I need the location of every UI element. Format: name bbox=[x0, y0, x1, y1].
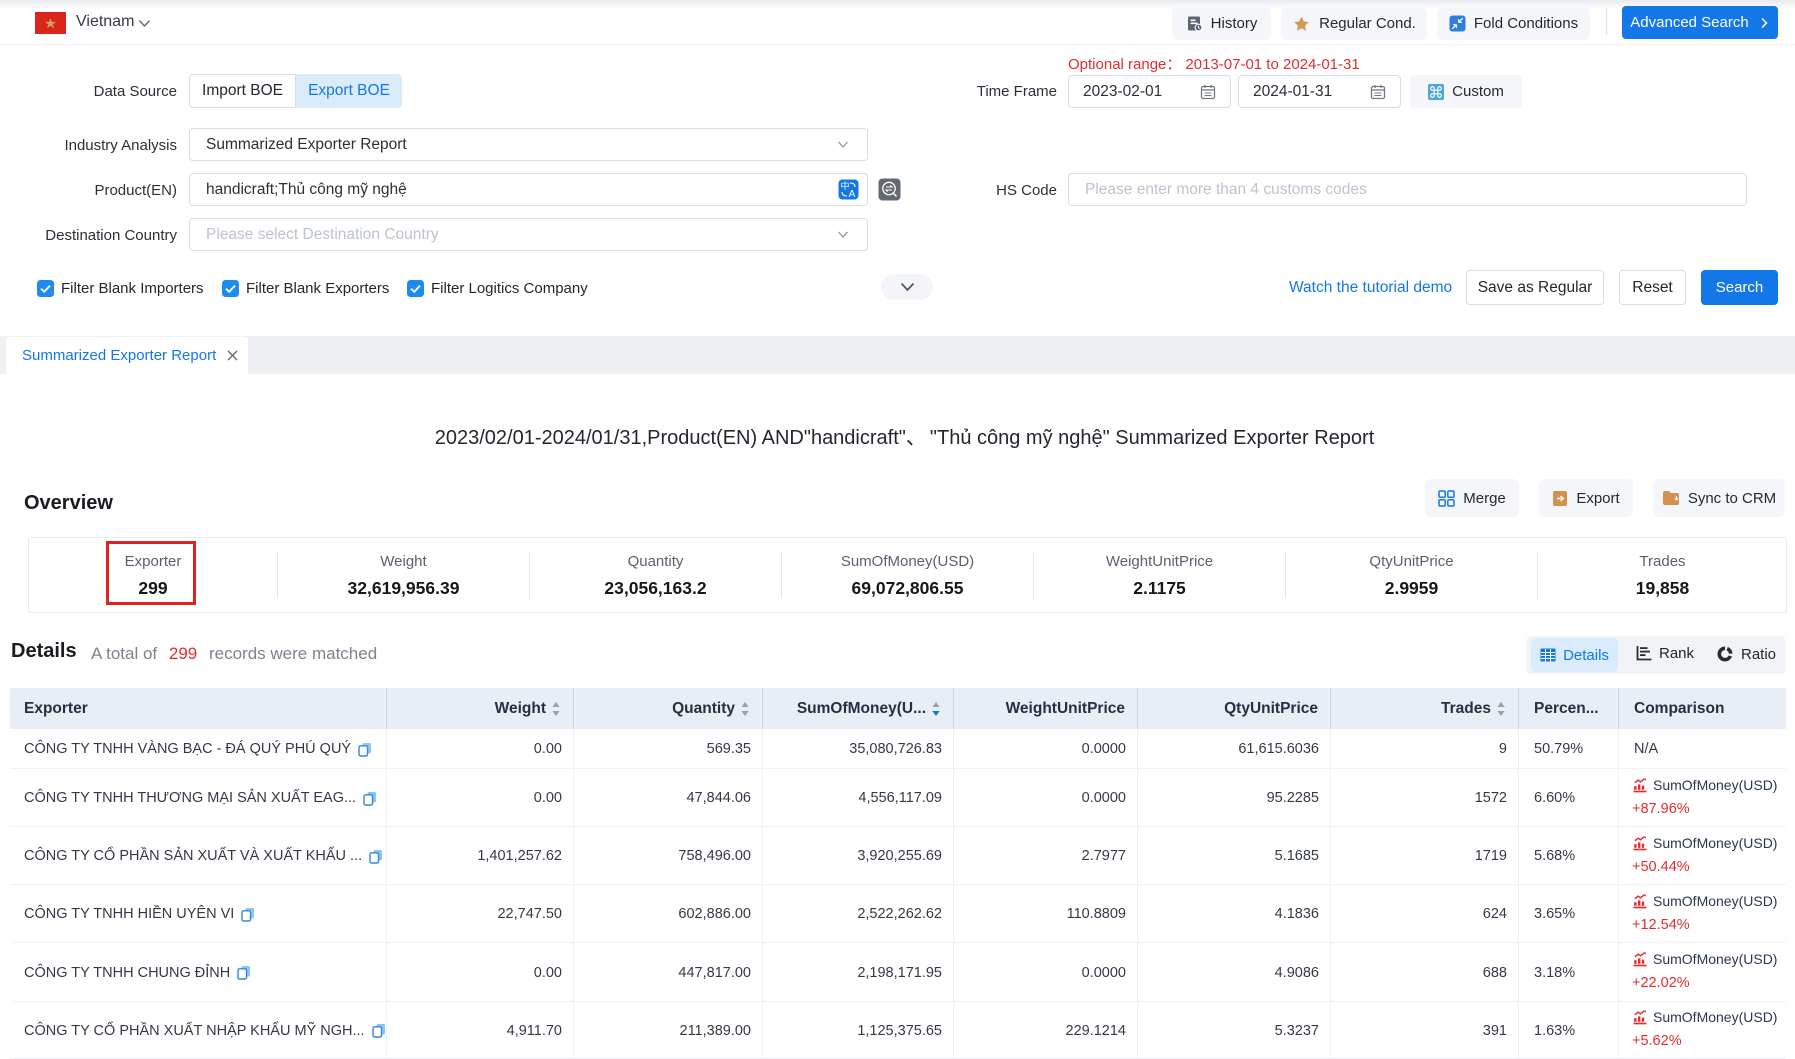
svg-text:A: A bbox=[849, 189, 856, 200]
